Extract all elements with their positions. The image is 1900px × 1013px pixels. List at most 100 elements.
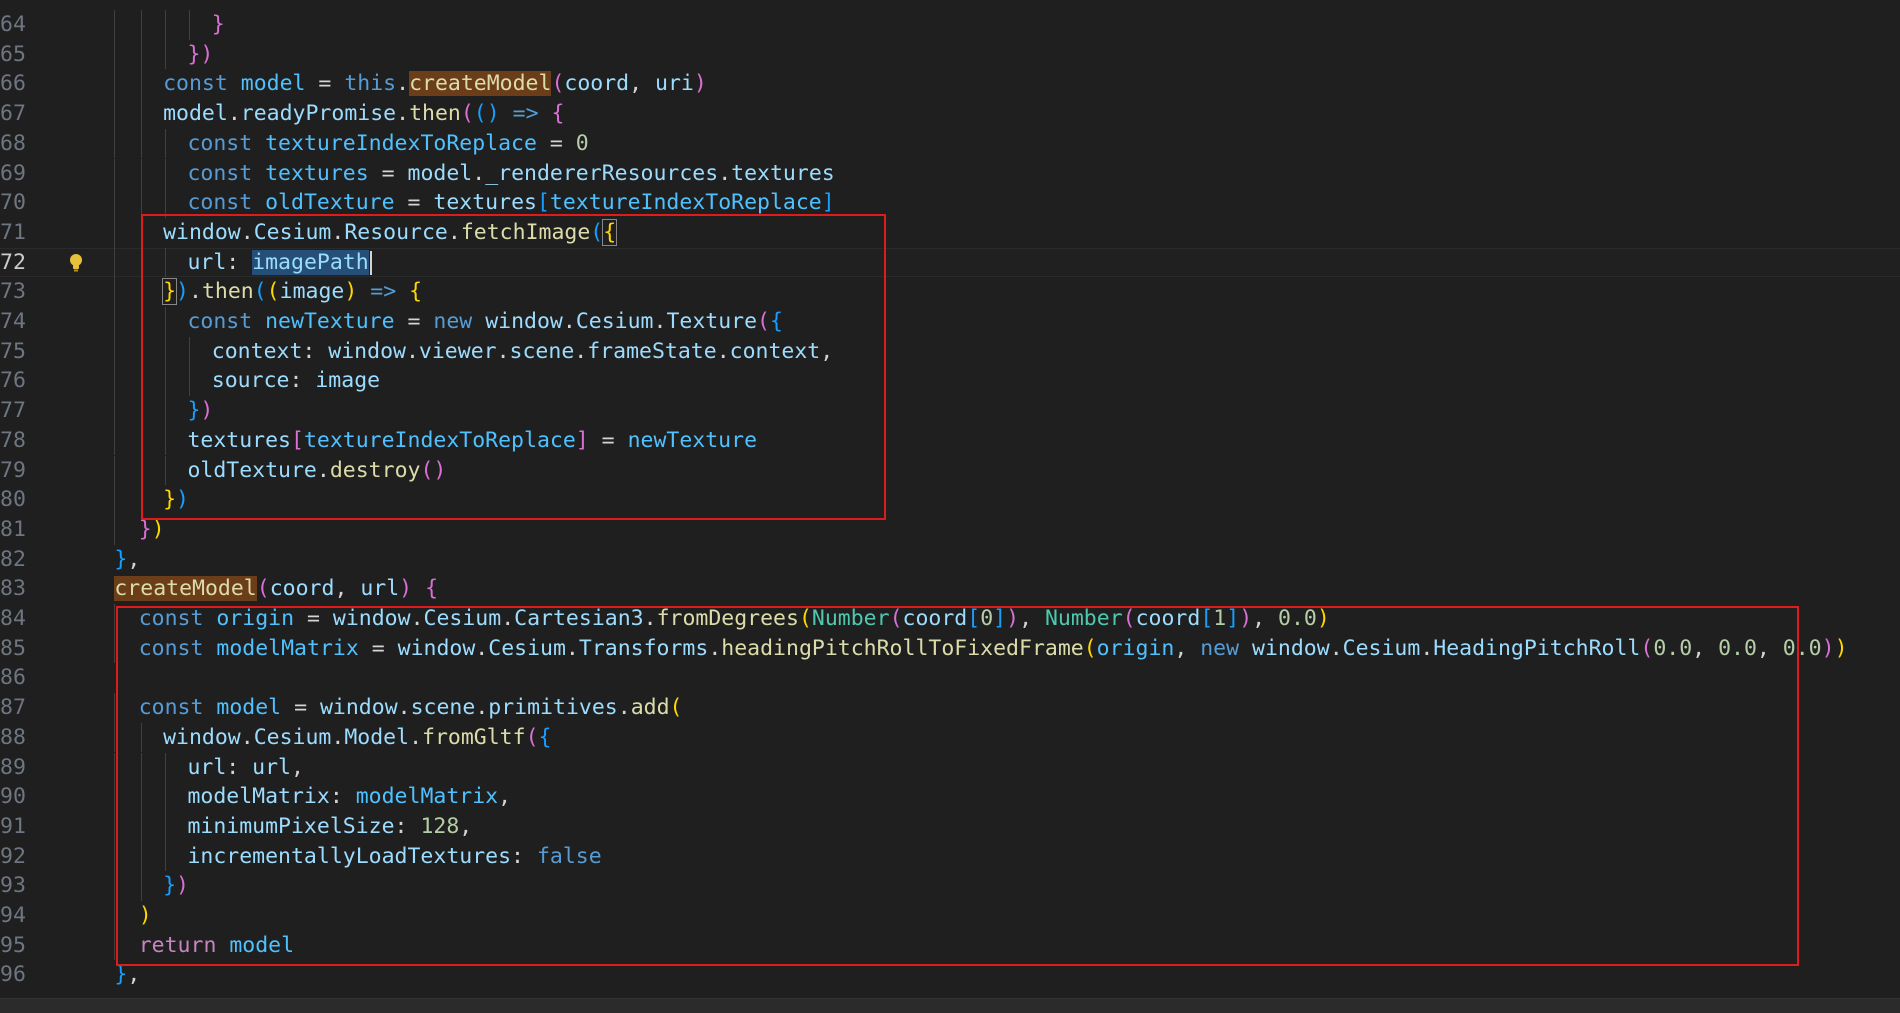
code-token: Cesium <box>253 724 332 750</box>
line-number: 95 <box>0 932 26 958</box>
code-line[interactable]: 69 const textures = model._rendererResour… <box>0 158 1900 189</box>
indent-guide <box>114 336 116 367</box>
code-token: . <box>496 338 510 364</box>
code-token: , <box>334 576 361 602</box>
line-number: 70 <box>0 190 26 216</box>
code-token: Cesium <box>423 606 502 631</box>
code-line[interactable]: 90 modelMatrix: modelMatrix, <box>0 782 1900 812</box>
code-token: : <box>302 338 329 364</box>
code-token: scene <box>410 695 476 721</box>
indent-guide <box>114 158 116 189</box>
code-text: minimumPixelSize: 128, <box>187 812 472 842</box>
line-number: 75 <box>0 338 26 364</box>
code-text: textures[textureIndexToReplace] = newTex… <box>187 426 757 456</box>
indent-guide <box>140 366 142 397</box>
code-line[interactable]: 88 window.Cesium.Model.fromGltf({ <box>0 722 1900 753</box>
code-line[interactable]: 66 const model = this.createModel(coord, … <box>0 69 1900 100</box>
code-token: . <box>562 309 576 334</box>
code-token: textureIndexToReplace <box>265 130 537 156</box>
code-token: ( <box>1083 635 1097 661</box>
code-line[interactable]: 76 source: image <box>0 366 1900 397</box>
code-line[interactable]: 80}) <box>0 485 1900 515</box>
code-line[interactable]: 70 const oldTexture = textures[textureInd… <box>0 188 1900 218</box>
indent-guide <box>140 871 142 901</box>
code-line[interactable]: 75 context: window.viewer.scene.frameStat… <box>0 336 1900 367</box>
code-token: oldTexture <box>265 190 395 216</box>
line-number: 65 <box>0 41 26 67</box>
code-token: . <box>1329 635 1343 661</box>
indent-guide <box>140 128 142 159</box>
indent-guide <box>114 277 116 307</box>
code-token: Cartesian3 <box>514 606 644 631</box>
indent-guide <box>114 39 116 70</box>
code-line[interactable]: 82}, <box>0 545 1900 575</box>
code-line[interactable]: 86 <box>0 663 1900 693</box>
code-line[interactable]: 71 window.Cesium.Resource.fetchImage({ <box>0 217 1900 248</box>
code-token: : <box>329 784 356 810</box>
code-token: primitives <box>488 695 618 721</box>
code-token: . <box>240 724 254 750</box>
code-line[interactable]: 94) <box>0 901 1900 931</box>
code-line[interactable]: 77}) <box>0 396 1900 426</box>
code-token: . <box>396 101 410 127</box>
indent-guide <box>114 930 116 961</box>
code-editor[interactable]: 64} 65}) 66 const model = this.createModel(… <box>0 0 1900 1012</box>
line-number: 96 <box>0 962 26 988</box>
code-token: : <box>511 843 537 869</box>
code-line[interactable]: 73}).then((image) => { <box>0 277 1900 307</box>
code-line[interactable]: 95 return model <box>0 930 1900 961</box>
code-line[interactable]: 78 textures[textureIndexToReplace] = newT… <box>0 425 1900 456</box>
code-text: ) <box>139 901 152 931</box>
code-token: . <box>396 71 410 97</box>
indent-guide <box>165 366 167 397</box>
code-line[interactable]: 89 url: url, <box>0 752 1900 783</box>
code-token: [ <box>536 190 550 216</box>
code-token: HeadingPitchRoll <box>1433 635 1641 661</box>
code-token: 0.0 <box>1278 606 1317 631</box>
code-token: ( <box>1640 635 1654 661</box>
code-line[interactable]: 79 oldTexture.destroy() <box>0 455 1900 486</box>
code-token: ( <box>460 101 474 127</box>
indent-guide <box>114 247 116 278</box>
indent-guide <box>140 336 142 367</box>
code-line[interactable]: 92 incrementallyLoadTextures: false <box>0 841 1900 872</box>
code-token: add <box>630 695 670 721</box>
code-line[interactable]: 72 url: imagePath <box>0 247 1900 278</box>
code-line[interactable]: 91 minimumPixelSize: 128, <box>0 811 1900 842</box>
editor-bottom-strip <box>0 998 1900 1013</box>
code-line[interactable]: 64} <box>0 10 1900 40</box>
indent-guide <box>189 10 191 40</box>
code-line[interactable]: 87 const model = window.scene.primitives.… <box>0 693 1900 723</box>
code-line[interactable]: 96}, <box>0 960 1900 990</box>
code-token: Cesium <box>488 635 566 661</box>
code-token: Cesium <box>253 219 332 245</box>
code-line[interactable]: 84 const origin = window.Cesium.Cartesian… <box>0 604 1900 634</box>
code-line[interactable]: 81}) <box>0 514 1900 545</box>
code-token: context <box>211 338 303 364</box>
code-token: . <box>331 724 345 750</box>
code-token: url <box>187 249 227 275</box>
lightbulb-icon[interactable] <box>68 253 84 273</box>
code-token: new <box>1200 635 1253 661</box>
code-token: = <box>394 190 434 216</box>
indent-guide <box>189 336 191 367</box>
code-token: = <box>394 309 434 334</box>
code-token: , <box>1019 606 1045 631</box>
code-token: _rendererResources <box>485 160 719 186</box>
code-line[interactable]: 93}) <box>0 871 1900 901</box>
code-token: . <box>475 635 489 661</box>
code-token: modelMatrix <box>187 784 330 810</box>
indent-guide <box>114 396 116 426</box>
code-token: Resource <box>344 219 448 245</box>
code-token: [ <box>291 427 304 453</box>
code-line[interactable]: 68 const textureIndexToReplace = 0 <box>0 128 1900 159</box>
code-line[interactable]: 74 const newTexture = new window.Cesium.T… <box>0 307 1900 337</box>
code-token: new <box>433 309 486 334</box>
code-token: , <box>1252 606 1279 631</box>
indent-guide <box>140 39 142 70</box>
code-token: image <box>315 368 381 394</box>
code-line[interactable]: 65}) <box>0 39 1900 70</box>
code-line[interactable]: 85 const modelMatrix = window.Cesium.Tran… <box>0 633 1900 664</box>
code-line[interactable]: 83 createModel(coord, url) { <box>0 574 1900 604</box>
code-line[interactable]: 67 model.readyPromise.then(() => { <box>0 99 1900 129</box>
